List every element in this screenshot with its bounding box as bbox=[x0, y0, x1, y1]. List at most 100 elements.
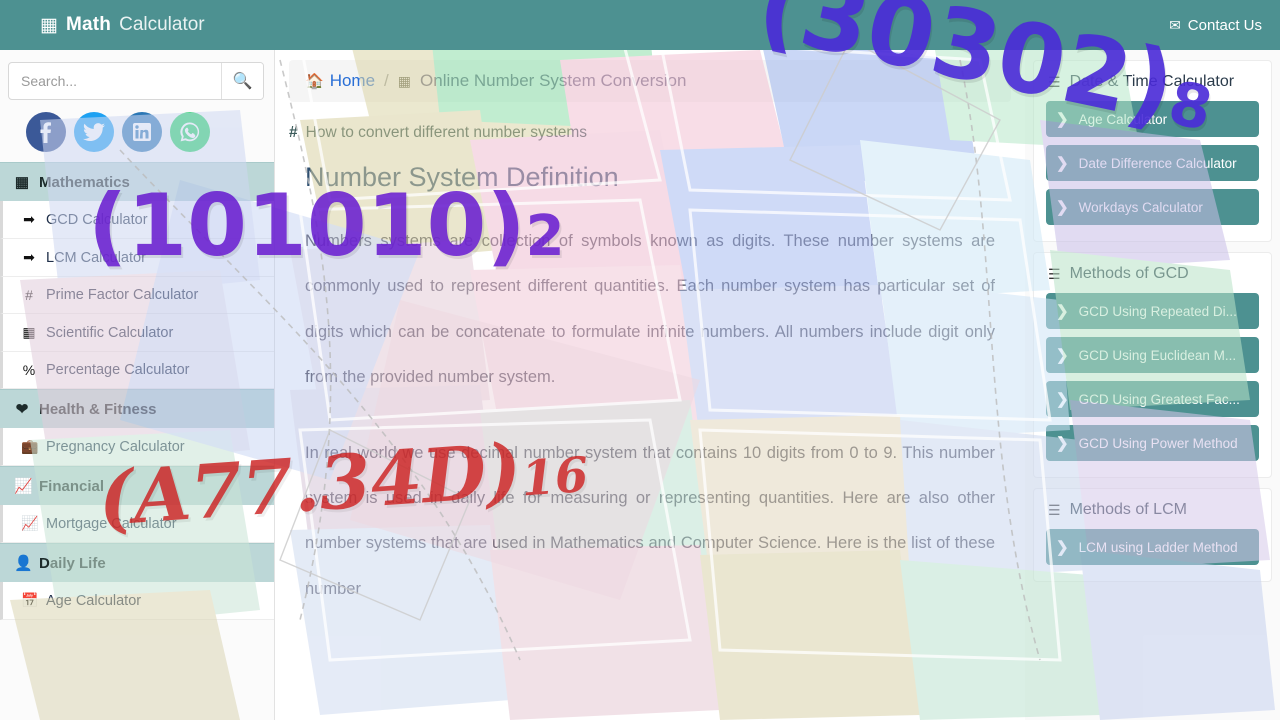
link-gcd-repeated-division[interactable]: ❯ GCD Using Repeated Di... bbox=[1046, 293, 1259, 329]
sidebar-item-scientific-calculator[interactable]: ▦ Scientific Calculator bbox=[0, 314, 274, 352]
sidebar-item-percentage-calculator[interactable]: % Percentage Calculator bbox=[0, 352, 274, 389]
chevron-right-icon: ❯ bbox=[1056, 111, 1069, 128]
left-sidebar: 🔍 ▦ Mathematics ➡ GCD Calculat bbox=[0, 50, 275, 720]
link-label: GCD Using Power Method bbox=[1078, 435, 1238, 451]
page-root: ▦ Math Calculator ✉ Contact Us 🔍 bbox=[0, 0, 1280, 720]
chart-line-icon: 📈 bbox=[21, 515, 39, 531]
calculator-icon: ▦ bbox=[14, 174, 30, 191]
chevron-right-icon: ❯ bbox=[1056, 155, 1069, 172]
sidebar-group-label: Mathematics bbox=[39, 173, 130, 191]
main-content: 🏠 Home / ▦ Online Number System Conversio… bbox=[275, 50, 1025, 720]
link-label: Workdays Calculator bbox=[1078, 199, 1203, 215]
sidebar-item-label: Scientific Calculator bbox=[46, 324, 174, 341]
paragraph-decimal-system: In real world we use decimal number syst… bbox=[305, 443, 995, 598]
brand-name-light: Calculator bbox=[119, 14, 205, 35]
sidebar-item-label: Mortgage Calculator bbox=[46, 515, 177, 532]
calendar-icon: 📅 bbox=[21, 592, 39, 608]
sidebar-group-daily-life[interactable]: 👤 Daily Life bbox=[0, 543, 274, 582]
percent-icon: % bbox=[22, 362, 36, 378]
right-sidebar: ☰ Date & Time Calculator ❯ Age Calculato… bbox=[1025, 50, 1280, 720]
breadcrumb-home-link[interactable]: 🏠 Home bbox=[305, 71, 375, 91]
brand-logo[interactable]: ▦ Math Calculator bbox=[40, 14, 205, 36]
search-button[interactable]: 🔍 bbox=[221, 63, 263, 99]
sidebar-item-mortgage-calculator[interactable]: 📈 Mortgage Calculator bbox=[0, 505, 274, 543]
arrow-in-box-icon: ➡ bbox=[23, 211, 35, 227]
sidebar-group-health-fitness[interactable]: ❤ Health & Fitness bbox=[0, 389, 274, 428]
card-title-label: Methods of LCM bbox=[1069, 501, 1187, 518]
chevron-right-icon: ❯ bbox=[1056, 435, 1069, 452]
chevron-right-icon: ❯ bbox=[1056, 539, 1069, 556]
chevron-right-icon: ❯ bbox=[1056, 391, 1069, 408]
sidebar-group-mathematics[interactable]: ▦ Mathematics bbox=[0, 162, 274, 201]
whatsapp-icon[interactable] bbox=[170, 112, 210, 152]
page-title: Number System Definition bbox=[305, 162, 619, 192]
sidebar-item-label: Pregnancy Calculator bbox=[46, 438, 185, 455]
card-title: ☰ Methods of LCM bbox=[1042, 499, 1263, 529]
sidebar-group-label: Daily Life bbox=[39, 554, 106, 572]
link-gcd-greatest-factor[interactable]: ❯ GCD Using Greatest Fac... bbox=[1046, 381, 1259, 417]
link-lcm-ladder-method[interactable]: ❯ LCM using Ladder Method bbox=[1046, 529, 1259, 565]
sidebar-item-label: Percentage Calculator bbox=[46, 362, 190, 378]
chevron-right-icon: ❯ bbox=[1056, 347, 1069, 364]
breadcrumb-separator: / bbox=[384, 71, 389, 90]
sidebar-item-prime-factor-calculator[interactable]: # Prime Factor Calculator bbox=[0, 277, 274, 314]
sidebar-item-gcd-calculator[interactable]: ➡ GCD Calculator bbox=[0, 201, 274, 239]
chart-line-icon: 📈 bbox=[14, 478, 33, 495]
sidebar-item-label: LCM Calculator bbox=[46, 249, 146, 266]
link-label: Age Calculator bbox=[1078, 111, 1168, 127]
chevron-right-icon: ❯ bbox=[1056, 199, 1069, 216]
card-title: ☰ Methods of GCD bbox=[1042, 263, 1263, 293]
heartbeat-icon: ❤ bbox=[15, 401, 29, 418]
link-label: GCD Using Repeated Di... bbox=[1078, 303, 1237, 319]
bars-icon: ☰ bbox=[1048, 501, 1061, 518]
card-date-time-calculator: ☰ Date & Time Calculator ❯ Age Calculato… bbox=[1033, 60, 1272, 242]
paragraph-definition: Numbers systems are collection of symbol… bbox=[305, 232, 995, 387]
search-area: 🔍 bbox=[0, 50, 274, 106]
social-links bbox=[0, 106, 274, 162]
sidebar-item-lcm-calculator[interactable]: ➡ LCM Calculator bbox=[0, 239, 274, 277]
link-label: LCM using Ladder Method bbox=[1078, 539, 1238, 555]
sidebar-item-label: GCD Calculator bbox=[46, 211, 148, 228]
sidebar-item-pregnancy-calculator[interactable]: 💼 Pregnancy Calculator bbox=[0, 428, 274, 466]
card-title: ☰ Date & Time Calculator bbox=[1042, 71, 1263, 101]
contact-us-link[interactable]: ✉ Contact Us bbox=[1169, 17, 1262, 34]
envelope-icon: ✉ bbox=[1169, 16, 1181, 33]
twitter-icon[interactable] bbox=[74, 112, 114, 152]
link-gcd-power-method[interactable]: ❯ GCD Using Power Method bbox=[1046, 425, 1259, 461]
facebook-icon[interactable] bbox=[26, 112, 66, 152]
link-date-difference-calculator[interactable]: ❯ Date Difference Calculator bbox=[1046, 145, 1259, 181]
calculator-icon: ▦ bbox=[22, 324, 36, 340]
home-icon: 🏠 bbox=[305, 73, 324, 90]
contact-us-label: Contact Us bbox=[1187, 16, 1262, 34]
bars-icon: ☰ bbox=[1048, 265, 1061, 282]
user-icon: 👤 bbox=[14, 555, 33, 572]
search-icon: 🔍 bbox=[232, 73, 253, 90]
sidebar-group-label: Financial bbox=[39, 477, 105, 495]
sidebar-item-age-calculator[interactable]: 📅 Age Calculator bbox=[0, 582, 274, 620]
card-methods-of-lcm: ☰ Methods of LCM ❯ LCM using Ladder Meth… bbox=[1033, 488, 1272, 582]
sidebar-group-label: Health & Fitness bbox=[39, 400, 157, 418]
page-subheading-label: How to convert different number systems bbox=[305, 124, 588, 141]
card-title-label: Date & Time Calculator bbox=[1069, 73, 1235, 90]
link-workdays-calculator[interactable]: ❯ Workdays Calculator bbox=[1046, 189, 1259, 225]
chevron-right-icon: ❯ bbox=[1056, 303, 1069, 320]
card-methods-of-gcd: ☰ Methods of GCD ❯ GCD Using Repeated Di… bbox=[1033, 252, 1272, 478]
link-label: GCD Using Greatest Fac... bbox=[1078, 391, 1240, 407]
sidebar-item-label: Prime Factor Calculator bbox=[46, 287, 199, 303]
search-input[interactable] bbox=[9, 63, 221, 99]
link-age-calculator[interactable]: ❯ Age Calculator bbox=[1046, 101, 1259, 137]
search-box[interactable]: 🔍 bbox=[8, 62, 264, 100]
brand-name-strong: Math bbox=[65, 14, 112, 35]
link-gcd-euclidean-method[interactable]: ❯ GCD Using Euclidean M... bbox=[1046, 337, 1259, 373]
sidebar-group-financial[interactable]: 📈 Financial bbox=[0, 466, 274, 505]
breadcrumb-home-label: Home bbox=[329, 71, 376, 90]
card-title-label: Methods of GCD bbox=[1069, 265, 1189, 282]
page-subheading: # How to convert different number system… bbox=[289, 124, 1011, 142]
sidebar-item-label: Age Calculator bbox=[46, 592, 142, 609]
memory-chip-icon: ▦ bbox=[397, 72, 412, 89]
link-label: GCD Using Euclidean M... bbox=[1078, 347, 1237, 363]
linkedin-icon[interactable] bbox=[122, 112, 162, 152]
breadcrumb-current: Online Number System Conversion bbox=[420, 71, 687, 90]
calculator-icon: ▦ bbox=[40, 14, 58, 36]
hash-icon: # bbox=[25, 287, 33, 303]
